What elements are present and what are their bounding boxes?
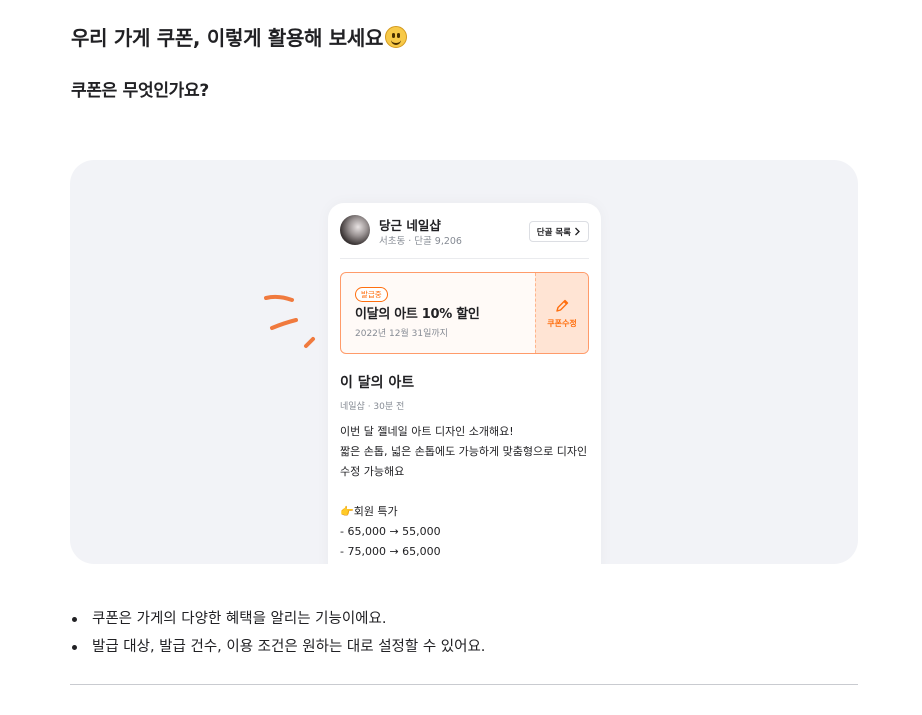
- post-line: 👉회원 특가: [340, 505, 398, 518]
- horizontal-rule: [70, 684, 858, 685]
- page-title-text: 우리 가게 쿠폰, 이렇게 활용해 보세요: [71, 26, 384, 50]
- post-meta: 네일샵 · 30분 전: [340, 402, 405, 412]
- divider: [340, 258, 589, 259]
- post-line: - 65,000 → 55,000: [340, 525, 441, 538]
- coupon-expiry-date: 2022년 12월 31일까지: [355, 329, 448, 339]
- shop-meta: 서초동 · 단골 9,206: [379, 236, 462, 247]
- shop-name: 당근 네일샵: [379, 218, 441, 233]
- illustration-stage: 당근 네일샵 서초동 · 단골 9,206 단골 목록 발급중 이달의 아트 1…: [70, 160, 858, 564]
- post-body: 이번 달 젤네일 아트 디자인 소개해요! 짧은 손톱, 넓은 손톱에도 가능하…: [340, 422, 592, 562]
- pencil-icon: [556, 299, 569, 312]
- phone-mockup: 당근 네일샵 서초동 · 단골 9,206 단골 목록 발급중 이달의 아트 1…: [328, 203, 601, 564]
- coupon-edit-label: 쿠폰수정: [547, 318, 577, 328]
- fans-list-label: 단골 목록: [536, 227, 571, 238]
- coupon-title: 이달의 아트 10% 할인: [355, 307, 480, 322]
- fans-list-button[interactable]: 단골 목록: [528, 221, 589, 242]
- feature-bullet-list: 쿠폰은 가게의 다양한 혜택을 알리는 기능이에요. 발급 대상, 발급 건수,…: [70, 607, 485, 663]
- coupon-status-badge: 발급중: [355, 287, 388, 302]
- section-subtitle: 쿠폰은 무엇인가요?: [71, 81, 209, 101]
- post-line: 짧은 손톱, 넓은 손톱에도 가능하게 맞춤형으로 디자인 수정 가능해요: [340, 445, 588, 478]
- bullet-item: 발급 대상, 발급 건수, 이용 조건은 원하는 대로 설정할 수 있어요.: [70, 635, 485, 663]
- page-title: 우리 가게 쿠폰, 이렇게 활용해 보세요: [71, 22, 408, 51]
- smiling-face-icon: [385, 25, 408, 48]
- sparkle-strokes-icon: [264, 294, 315, 348]
- post-title: 이 달의 아트: [340, 375, 415, 391]
- post-line: 이번 달 젤네일 아트 디자인 소개해요!: [340, 425, 514, 438]
- post-line: - 75,000 → 65,000: [340, 545, 441, 558]
- coupon-card[interactable]: 발급중 이달의 아트 10% 할인 2022년 12월 31일까지 쿠폰수정: [340, 272, 589, 354]
- post-spacer: [340, 482, 592, 502]
- chevron-right-icon: [575, 227, 580, 236]
- coupon-edit-button[interactable]: 쿠폰수정: [535, 273, 588, 353]
- shop-avatar: [340, 215, 370, 245]
- bullet-item: 쿠폰은 가게의 다양한 혜택을 알리는 기능이에요.: [70, 607, 485, 635]
